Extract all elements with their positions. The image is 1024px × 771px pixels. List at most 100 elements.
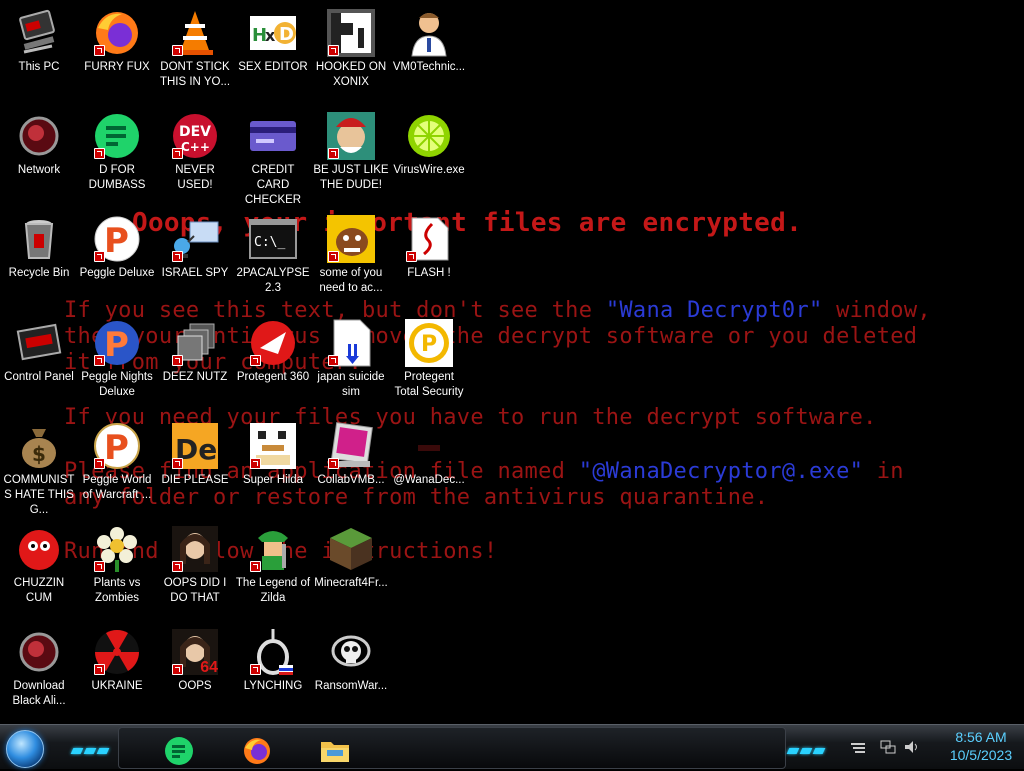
desktop-icon-some-of-you[interactable]: some of you need to ac...: [312, 206, 390, 306]
shortcut-arrow-icon: [94, 561, 105, 572]
desktop-icon-d-for-dumbass[interactable]: D FOR DUMBASS: [78, 103, 156, 203]
desktop-icon-protegent-total[interactable]: P Protegent Total Security: [390, 310, 468, 410]
desktop-icon-plants-vs-zombies[interactable]: Plants vs Zombies: [78, 516, 156, 616]
shortcut-arrow-icon: [94, 664, 105, 675]
icon-label: SEX EDITOR: [238, 61, 308, 73]
desktop-icon-israel-spy[interactable]: ISRAEL SPY: [156, 206, 234, 306]
shortcut-arrow-icon: [172, 148, 183, 159]
desktop-icon-flash[interactable]: FLASH !: [390, 206, 468, 306]
clock-time[interactable]: 8:56 AM: [936, 729, 1024, 745]
desktop-icon-viruswire[interactable]: VirusWire.exe: [390, 103, 468, 203]
desktop-icon-super-hilda[interactable]: Super Hilda: [234, 413, 312, 513]
desktop-icon-lynching[interactable]: LYNCHING: [234, 619, 312, 719]
desktop-icon-peggle-nights[interactable]: P Peggle Nights Deluxe: [78, 310, 156, 410]
taskbar-file-explorer[interactable]: [319, 736, 351, 766]
svg-text:P: P: [104, 325, 129, 365]
volume-icon[interactable]: [904, 739, 920, 755]
portrait-64-icon: 64: [170, 627, 220, 677]
desktop-icon-oops[interactable]: 64 OOPS: [156, 619, 234, 719]
desktop-icon-furry-fux[interactable]: FURRY FUX: [78, 0, 156, 100]
shortcut-arrow-icon: [328, 251, 339, 262]
dev-cpp-icon: DEV C++: [170, 111, 220, 161]
icon-label: Peggle Deluxe: [79, 267, 155, 279]
desktop-icon-peggle-world[interactable]: P Peggle World of Warcraft ...: [78, 413, 156, 513]
windows-stack-icon: [170, 318, 220, 368]
pixel-art-icon: [248, 421, 298, 471]
svg-text:P: P: [104, 428, 129, 468]
desktop-icon-deez-nutz[interactable]: DEEZ NUTZ: [156, 310, 234, 410]
action-center-icon[interactable]: [850, 739, 866, 755]
chuzzle-icon: [14, 524, 64, 574]
icon-label: CREDIT CARD CHECKER: [244, 164, 302, 206]
desktop-icon-network[interactable]: Network: [0, 103, 78, 203]
firefox-icon: [92, 8, 142, 58]
network-spy-icon: [170, 214, 220, 264]
desktop-icon-credit-card-checker[interactable]: CREDIT CARD CHECKER: [234, 103, 312, 206]
start-button[interactable]: [6, 730, 44, 768]
minecraft-block-icon: [326, 524, 376, 574]
peggle-nights-icon: P: [92, 318, 142, 368]
desktop-icon-download-black[interactable]: Download Black Ali...: [0, 619, 78, 719]
desktop-icon-die-please[interactable]: De DIE PLEASE: [156, 413, 234, 513]
terminal-icon: C:\_: [248, 214, 298, 264]
desktop-icon-peggle-deluxe[interactable]: P Peggle Deluxe: [78, 206, 156, 306]
peggle-icon: P: [92, 214, 142, 264]
taskbar-firefox[interactable]: [241, 736, 273, 766]
desktop-icon-ukraine[interactable]: UKRAINE: [78, 619, 156, 719]
shortcut-arrow-icon: [328, 148, 339, 159]
icon-label: CHUZZIN CUM: [13, 577, 65, 604]
desktop-icon-control-panel[interactable]: Control Panel: [0, 310, 78, 410]
icon-label: Plants vs Zombies: [93, 577, 141, 604]
network-globe-icon: [14, 111, 64, 161]
vlc-cone-icon: [170, 8, 220, 58]
desktop-icon-chuzzin-cum[interactable]: CHUZZIN CUM: [0, 516, 78, 616]
desktop-icon-dont-stick[interactable]: DONT STICK THIS IN YO...: [156, 0, 234, 100]
system-tray: 8:56 AM 10/5/2023: [846, 729, 1024, 765]
desktop-icon-minecraft[interactable]: Minecraft4Fr...: [312, 516, 390, 616]
shortcut-arrow-icon: [172, 355, 183, 366]
desktop-icon-communists[interactable]: $ COMMUNISTS HATE THIS G...: [0, 413, 78, 516]
desktop-icon-collabvmb[interactable]: CollabVMB...: [312, 413, 390, 513]
taskbar-deco-left: [70, 741, 120, 754]
desktop[interactable]: Ooops, your important files are encrypte…: [0, 0, 1024, 724]
desktop-icon-ransomwar[interactable]: RansomWar...: [312, 619, 390, 719]
peggle-wow-icon: P: [92, 421, 142, 471]
desktop-icon-this-pc[interactable]: This PC: [0, 0, 78, 100]
shortcut-arrow-icon: [94, 251, 105, 262]
network-tray-icon[interactable]: [880, 739, 896, 755]
icon-label: Minecraft4Fr...: [314, 577, 388, 589]
desktop-icon-sex-editor[interactable]: HxD SEX EDITOR: [234, 0, 312, 100]
protegent-red-icon: [248, 318, 298, 368]
shortcut-arrow-icon: [406, 251, 417, 262]
icon-label: japan suicide sim: [317, 371, 385, 398]
icon-label: UKRAINE: [91, 680, 143, 692]
desktop-icon-vm0technic[interactable]: VM0Technic...: [390, 0, 468, 100]
shortcut-arrow-icon: [328, 355, 339, 366]
elf-character-icon: [326, 111, 376, 161]
desktop-icon-never-used[interactable]: DEV C++ NEVER USED!: [156, 103, 234, 203]
svg-text:DEV: DEV: [179, 124, 211, 140]
desktop-icon-be-just-like[interactable]: BE JUST LIKE THE DUDE!: [312, 103, 390, 203]
desktop-icon-wanadec[interactable]: @WanaDec...: [390, 413, 468, 513]
icon-label: some of you need to ac...: [319, 267, 383, 294]
desktop-icon-oops-did-i[interactable]: OOPS DID I DO THAT: [156, 516, 234, 616]
pvz-flower-icon: [92, 524, 142, 574]
clock-date[interactable]: 10/5/2023: [936, 747, 1024, 763]
money-bag-icon: $: [14, 421, 64, 471]
taskbar-notes-app[interactable]: [163, 736, 195, 766]
svg-text:D: D: [279, 24, 294, 45]
xonix-game-icon: [326, 8, 376, 58]
de-logo-icon: De: [170, 421, 220, 471]
icon-label: Download Black Ali...: [12, 680, 66, 707]
desktop-icon-legend-zilda[interactable]: The Legend of Zilda: [234, 516, 312, 616]
desktop-icon-protegent360[interactable]: Protegent 360: [234, 310, 312, 410]
icon-label: Control Panel: [4, 371, 74, 383]
desktop-icon-hooked-on-xonix[interactable]: HOOKED ON XONIX: [312, 0, 390, 100]
icon-label: HOOKED ON XONIX: [315, 61, 387, 88]
desktop-icon-2pacalypse[interactable]: C:\_ 2PACALYPSE 2.3: [234, 206, 312, 306]
icon-label: CollabVMB...: [317, 474, 385, 486]
icon-label: D FOR DUMBASS: [88, 164, 146, 191]
desktop-icon-japan-suicide[interactable]: japan suicide sim: [312, 310, 390, 410]
icon-label: DEEZ NUTZ: [162, 371, 228, 383]
desktop-icon-recycle-bin[interactable]: Recycle Bin: [0, 206, 78, 306]
